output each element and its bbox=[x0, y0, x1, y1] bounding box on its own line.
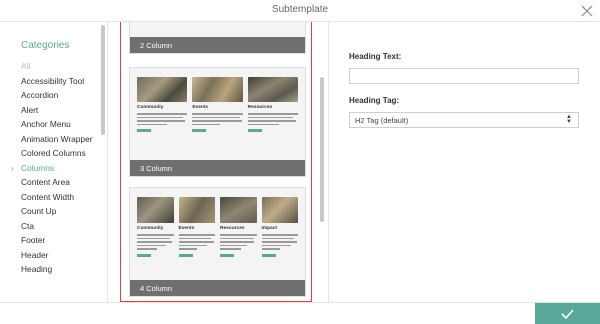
sidebar-item-heading[interactable]: Heading bbox=[21, 264, 95, 275]
column-image bbox=[137, 77, 188, 102]
column-heading: Events bbox=[178, 226, 195, 231]
column-preview: Impact bbox=[261, 197, 298, 257]
subtemplate-modal: Subtemplate Categories All Accessibility … bbox=[0, 0, 600, 324]
sidebar-item-cta[interactable]: Cta bbox=[21, 220, 95, 232]
sidebar-item-columns[interactable]: › Columns bbox=[11, 162, 95, 174]
column-image bbox=[247, 77, 298, 102]
column-preview: Events bbox=[178, 197, 215, 257]
column-text bbox=[137, 234, 174, 252]
template-card-label: 2 Column bbox=[130, 37, 305, 53]
column-image bbox=[192, 77, 243, 102]
sidebar-item-label: Accordion bbox=[21, 90, 59, 100]
sidebar-item-anchor-menu[interactable]: Anchor Menu bbox=[21, 119, 95, 130]
column-text bbox=[178, 234, 215, 252]
column-text bbox=[247, 113, 298, 127]
column-preview: Resources bbox=[247, 77, 298, 132]
sidebar-item-all[interactable]: All bbox=[21, 61, 95, 72]
template-card-label: 3 Column bbox=[130, 160, 305, 176]
modal-header: Subtemplate bbox=[0, 0, 600, 22]
column-heading: Community bbox=[137, 105, 164, 110]
sidebar-item-animation-wrapper[interactable]: Animation Wrapper bbox=[21, 133, 95, 145]
column-image bbox=[261, 197, 298, 223]
template-card-4-column[interactable]: Community Events Resources Impact 4 Colu… bbox=[129, 187, 306, 297]
column-preview: Resources bbox=[220, 197, 257, 257]
sidebar-item-label: Content Area bbox=[21, 177, 70, 187]
categories-title: Categories bbox=[21, 40, 70, 51]
sidebar-item-label: Count Up bbox=[21, 206, 57, 216]
sidebar-item-label: Anchor Menu bbox=[21, 119, 71, 129]
sidebar-item-label: Colored Columns bbox=[21, 148, 86, 158]
column-image bbox=[137, 197, 174, 223]
sidebar-item-label: Columns bbox=[21, 162, 55, 173]
chevron-right-icon: › bbox=[11, 163, 14, 173]
column-button bbox=[137, 253, 151, 257]
sidebar-item-content-width[interactable]: Content Width bbox=[21, 191, 95, 203]
settings-form: Heading Text: Heading Tag: H2 Tag (defau… bbox=[330, 22, 600, 302]
sidebar-item-colored-columns[interactable]: Colored Columns bbox=[21, 148, 95, 159]
sidebar-item-footer[interactable]: Footer bbox=[21, 235, 95, 246]
close-icon[interactable] bbox=[581, 4, 593, 17]
column-image bbox=[220, 197, 257, 223]
sidebar-item-label: Content Width bbox=[21, 191, 75, 202]
sidebar-item-label: Heading bbox=[21, 264, 53, 274]
column-button bbox=[261, 253, 276, 257]
column-button bbox=[137, 129, 151, 132]
sidebar-item-label: Header bbox=[21, 249, 49, 260]
template-list: 2 Column Community Events Resources 3 Co… bbox=[109, 22, 329, 302]
heading-text-label: Heading Text: bbox=[349, 52, 402, 61]
confirm-button[interactable] bbox=[535, 303, 600, 324]
sidebar-item-label: Cta bbox=[21, 220, 35, 231]
sidebar-item-label: Alert bbox=[21, 104, 39, 115]
template-card-label: 4 Column bbox=[130, 280, 305, 296]
column-preview: Events bbox=[192, 77, 243, 132]
column-button bbox=[178, 253, 193, 257]
heading-tag-select[interactable]: H2 Tag (default) ▲ ▼ bbox=[349, 112, 579, 128]
sidebar-item-label: Footer bbox=[21, 235, 46, 245]
template-list-scrollbar[interactable] bbox=[320, 77, 324, 222]
template-card-3-column[interactable]: Community Events Resources 3 Column bbox=[129, 67, 306, 177]
column-preview: Community bbox=[137, 77, 188, 132]
heading-text-input[interactable] bbox=[349, 68, 579, 84]
column-image bbox=[178, 197, 215, 223]
checkmark-icon bbox=[561, 309, 574, 319]
template-card-2-column[interactable]: 2 Column bbox=[129, 22, 306, 54]
modal-footer bbox=[0, 302, 600, 324]
column-button bbox=[192, 129, 207, 132]
heading-tag-value: H2 Tag (default) bbox=[355, 116, 409, 125]
column-heading: Resources bbox=[247, 105, 273, 110]
category-list: All Accessibility Tool Accordion Alert Ancho… bbox=[11, 61, 95, 280]
categories-sidebar: Categories All Accessibility Tool Accordio… bbox=[0, 22, 108, 302]
column-text bbox=[192, 113, 243, 127]
column-heading: Events bbox=[192, 105, 209, 110]
column-heading: Resources bbox=[220, 226, 245, 231]
sidebar-item-content-area[interactable]: Content Area bbox=[21, 177, 95, 188]
sidebar-item-header[interactable]: Header bbox=[21, 249, 95, 261]
sidebar-item-alert[interactable]: Alert bbox=[21, 104, 95, 116]
sidebar-item-label: Animation Wrapper bbox=[21, 133, 93, 144]
column-preview: Community bbox=[137, 197, 174, 257]
column-button bbox=[247, 129, 262, 132]
sidebar-item-label: All bbox=[21, 61, 31, 71]
column-heading: Impact bbox=[261, 226, 277, 231]
column-text bbox=[261, 234, 298, 252]
sidebar-item-label: Accessibility Tool bbox=[21, 75, 85, 86]
heading-tag-label: Heading Tag: bbox=[349, 96, 400, 105]
sort-arrows-icon: ▲ ▼ bbox=[566, 114, 572, 125]
column-heading: Community bbox=[137, 226, 164, 231]
sidebar-item-accessibility-tool[interactable]: Accessibility Tool bbox=[21, 75, 95, 87]
modal-title: Subtemplate bbox=[271, 4, 329, 15]
column-text bbox=[220, 234, 257, 252]
sidebar-item-accordion[interactable]: Accordion bbox=[21, 90, 95, 101]
column-button bbox=[220, 253, 234, 257]
column-text bbox=[137, 113, 188, 127]
sidebar-scrollbar[interactable] bbox=[101, 25, 105, 135]
sidebar-item-count-up[interactable]: Count Up bbox=[21, 206, 95, 217]
